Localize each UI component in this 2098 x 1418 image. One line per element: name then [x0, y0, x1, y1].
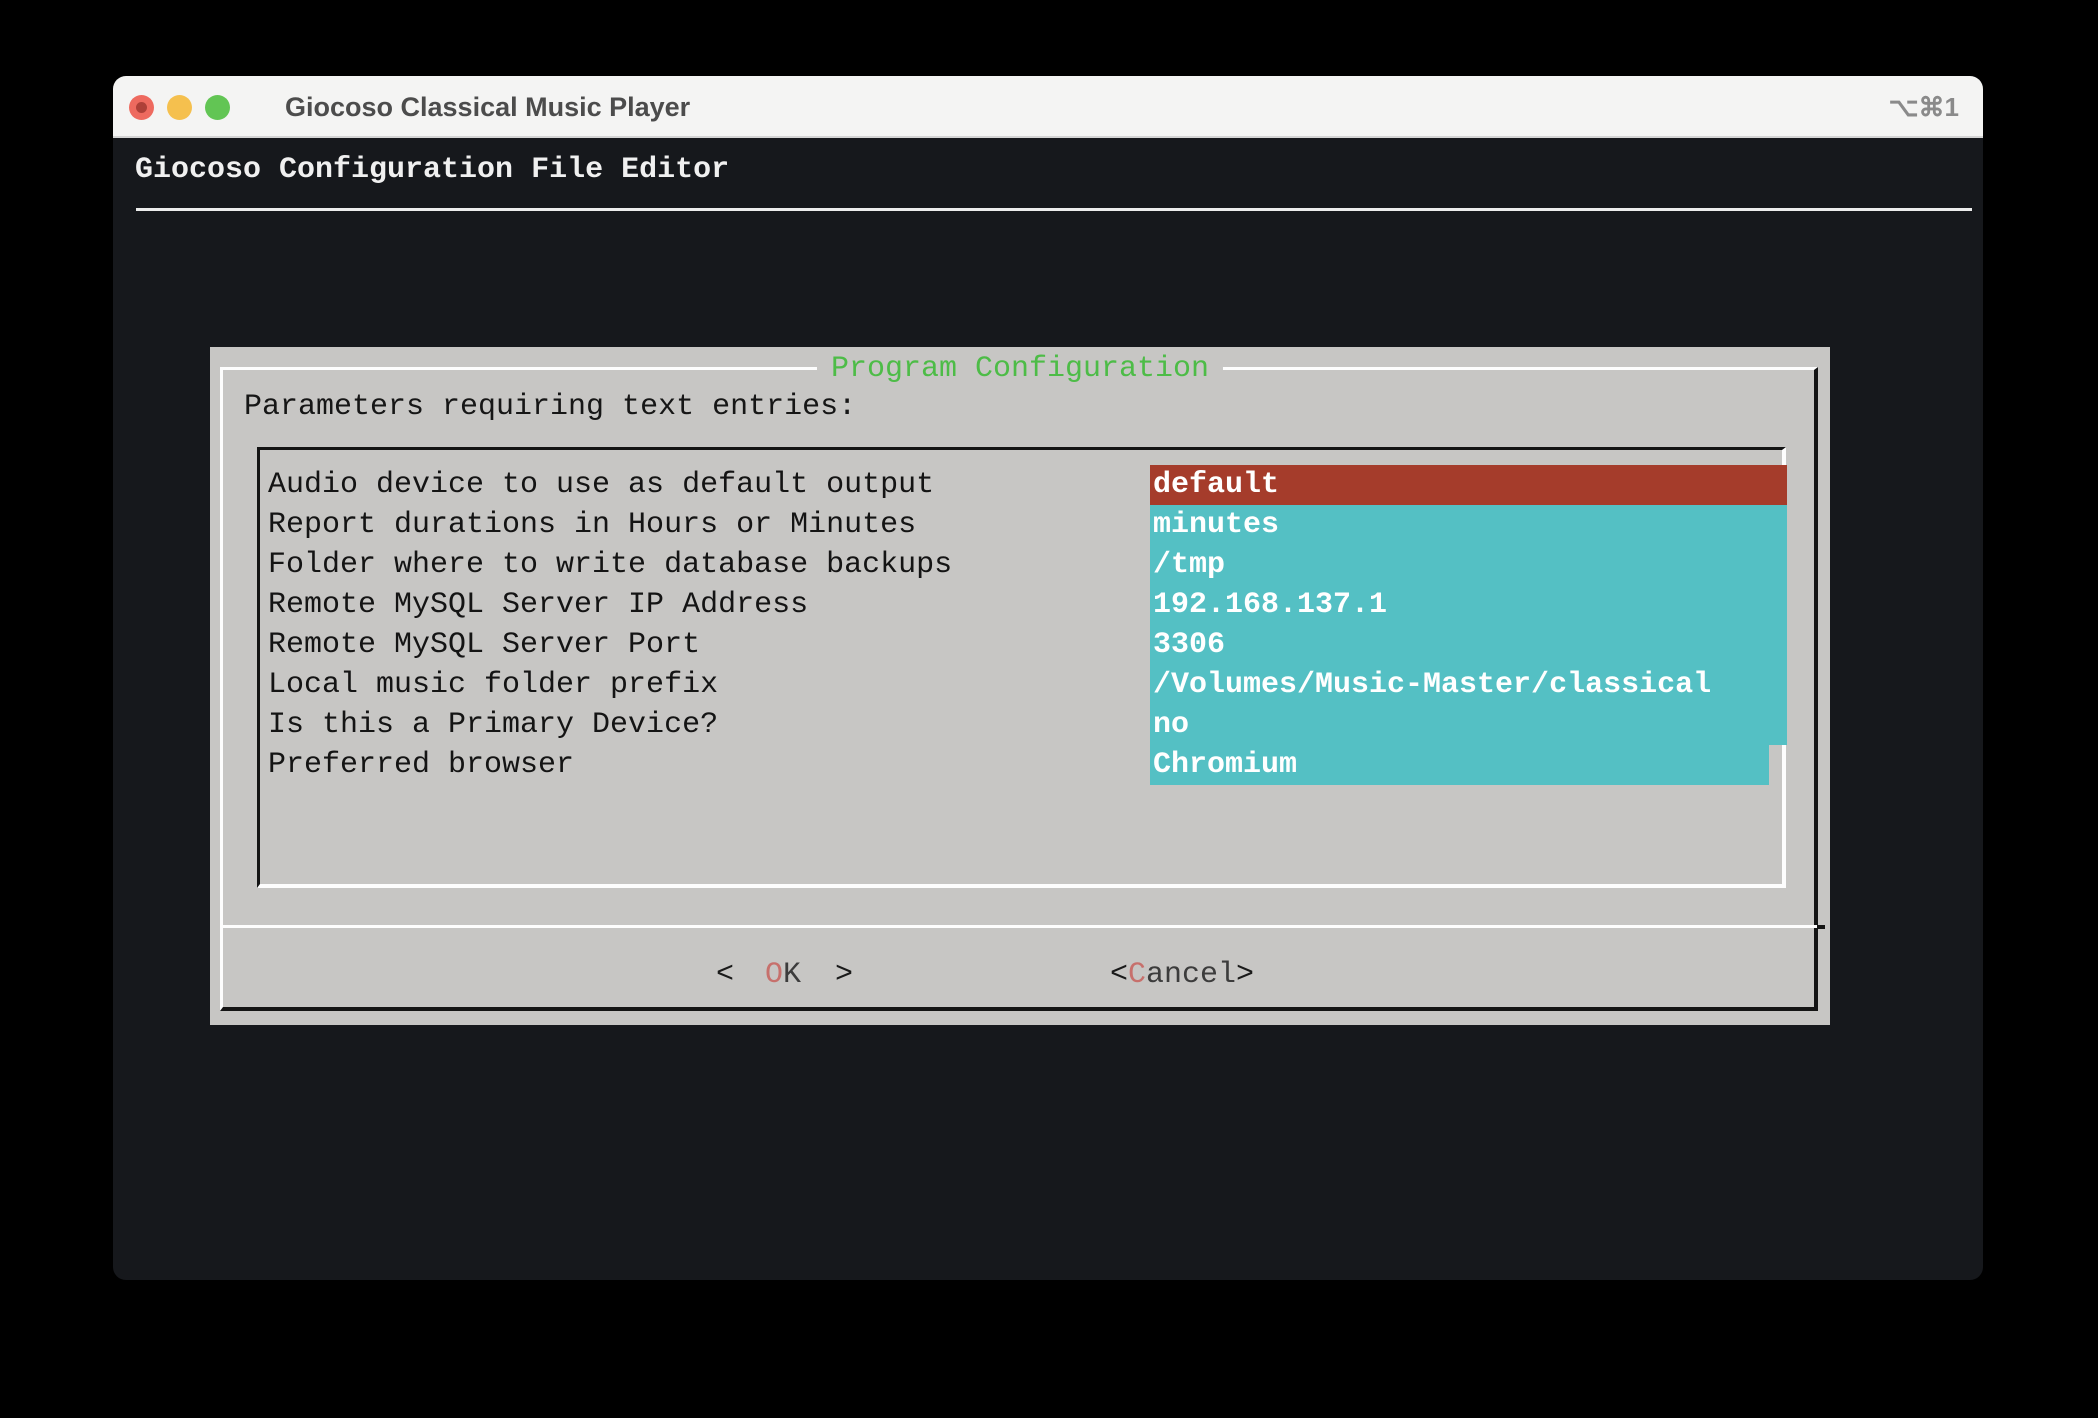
- field-label: Preferred browser: [268, 745, 574, 785]
- field-list: Audio device to use as default output de…: [260, 450, 1782, 884]
- field-label: Remote MySQL Server Port: [268, 625, 700, 665]
- cancel-label: ancel: [1146, 958, 1236, 992]
- field-label: Folder where to write database backups: [268, 545, 952, 585]
- cancel-button[interactable]: <Cancel>: [1110, 955, 1254, 995]
- field-value-input[interactable]: 192.168.137.1: [1150, 585, 1787, 625]
- field-value-input[interactable]: 3306: [1150, 625, 1787, 665]
- cancel-hotkey: C: [1128, 958, 1146, 992]
- field-label: Local music folder prefix: [268, 665, 718, 705]
- window-shortcut-badge: ⌥⌘1: [1889, 76, 1959, 138]
- titlebar: Giocoso Classical Music Player ⌥⌘1: [113, 76, 1983, 138]
- ok-hotkey: O: [765, 958, 783, 992]
- heading-rule: [136, 208, 1972, 211]
- button-row: <OK> <Cancel>: [210, 955, 1830, 995]
- dialog-title: Program Configuration: [817, 349, 1223, 389]
- zoom-window-button[interactable]: [205, 95, 230, 120]
- cancel-bracket-open: <: [1110, 958, 1128, 992]
- close-window-button[interactable]: [129, 95, 154, 120]
- config-field-row[interactable]: Remote MySQL Server IP Address 192.168.1…: [260, 585, 1782, 625]
- config-field-row[interactable]: Local music folder prefix /Volumes/Music…: [260, 665, 1782, 705]
- field-value-input[interactable]: no: [1150, 705, 1787, 745]
- field-value-input[interactable]: default: [1150, 465, 1787, 505]
- field-label: Is this a Primary Device?: [268, 705, 718, 745]
- field-value-input[interactable]: minutes: [1150, 505, 1787, 545]
- form-box: Audio device to use as default output de…: [257, 447, 1786, 888]
- field-label: Report durations in Hours or Minutes: [268, 505, 916, 545]
- ok-bracket-close: >: [835, 958, 853, 992]
- page-title: Giocoso Configuration File Editor: [135, 148, 729, 192]
- field-value-input[interactable]: /tmp: [1150, 545, 1787, 585]
- config-field-row[interactable]: Preferred browser Chromium: [260, 745, 1782, 785]
- config-field-row[interactable]: Audio device to use as default output de…: [260, 465, 1782, 505]
- minimize-window-button[interactable]: [167, 95, 192, 120]
- config-field-row[interactable]: Remote MySQL Server Port 3306: [260, 625, 1782, 665]
- terminal-window: Giocoso Classical Music Player ⌥⌘1 Gioco…: [113, 76, 1983, 1280]
- field-value-input[interactable]: Chromium: [1150, 745, 1769, 785]
- config-field-row[interactable]: Folder where to write database backups /…: [260, 545, 1782, 585]
- config-field-row[interactable]: Report durations in Hours or Minutes min…: [260, 505, 1782, 545]
- field-value-input[interactable]: /Volumes/Music-Master/classical: [1150, 665, 1787, 705]
- ok-button[interactable]: < OK >: [716, 955, 853, 995]
- config-field-row[interactable]: Is this a Primary Device? no: [260, 705, 1782, 745]
- field-label: Remote MySQL Server IP Address: [268, 585, 808, 625]
- field-label: Audio device to use as default output: [268, 465, 934, 505]
- program-configuration-dialog: Program Configuration Parameters requiri…: [210, 347, 1830, 1025]
- dialog-subtitle: Parameters requiring text entries:: [244, 387, 856, 427]
- cancel-bracket-close: >: [1236, 958, 1254, 992]
- ok-label: K: [783, 958, 801, 992]
- button-separator: [220, 925, 1817, 928]
- window-title: Giocoso Classical Music Player: [285, 76, 690, 138]
- ok-bracket-open: <: [716, 958, 734, 992]
- terminal-screen: Giocoso Configuration File Editor Progra…: [113, 140, 1983, 1280]
